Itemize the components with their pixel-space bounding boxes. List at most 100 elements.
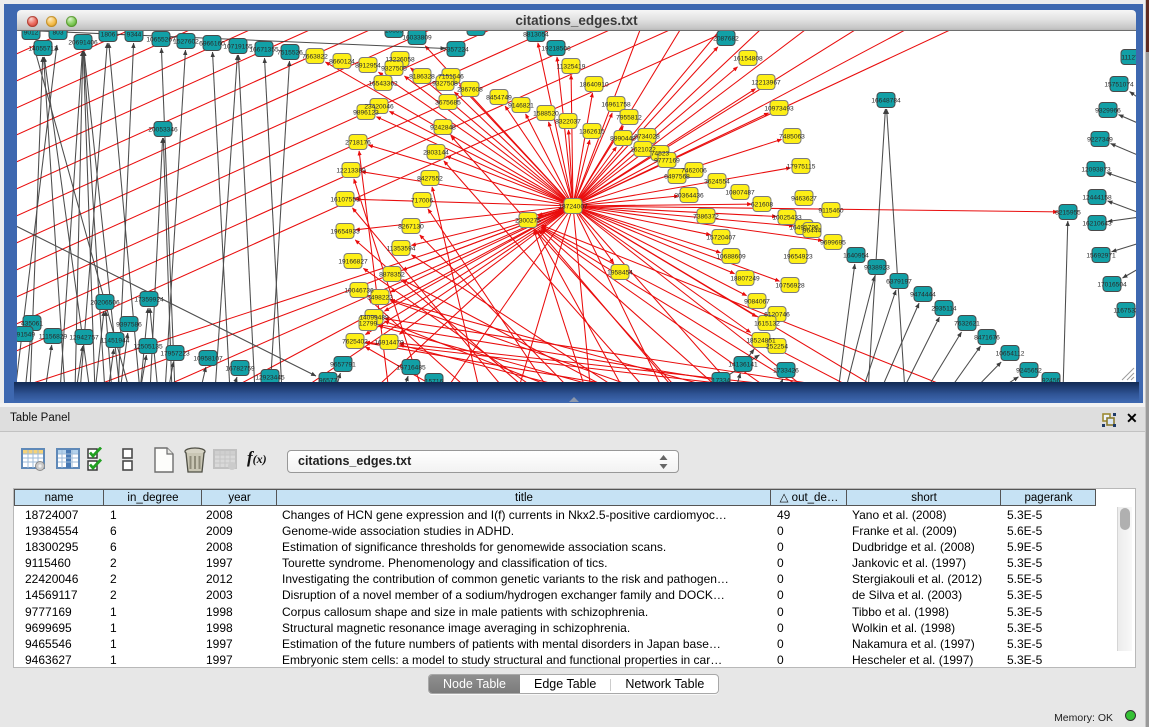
svg-text:11353594: 11353594 — [387, 245, 416, 252]
svg-text:1615132: 1615132 — [754, 320, 780, 327]
svg-text:8267130: 8267130 — [398, 223, 424, 230]
svg-text:1806: 1806 — [101, 31, 116, 38]
svg-text:14136141: 14136141 — [728, 361, 758, 368]
svg-text:9115460: 9115460 — [818, 207, 844, 214]
svg-text:6966160: 6966160 — [199, 40, 225, 47]
svg-text:92456: 92456 — [1042, 377, 1061, 382]
svg-text:435061: 435061 — [21, 320, 43, 327]
svg-text:16914479: 16914479 — [374, 339, 404, 346]
svg-text:2867608: 2867608 — [457, 86, 483, 93]
svg-text:3624554: 3624554 — [704, 178, 730, 185]
svg-text:10655267: 10655267 — [146, 36, 176, 43]
svg-text:10688609: 10688609 — [716, 253, 746, 260]
svg-text:3498222: 3498222 — [367, 294, 393, 301]
svg-text:9397586: 9397586 — [116, 321, 142, 328]
svg-text:12799: 12799 — [359, 320, 378, 327]
svg-text:17016504: 17016504 — [1097, 281, 1127, 288]
svg-text:2300275: 2300275 — [515, 217, 541, 224]
svg-text:7955812: 7955812 — [616, 114, 642, 121]
svg-text:10654112: 10654112 — [996, 350, 1025, 357]
svg-text:20364436: 20364436 — [674, 192, 704, 199]
svg-text:20691406: 20691406 — [68, 39, 98, 46]
svg-text:15751074: 15751074 — [1104, 81, 1134, 88]
svg-text:12093873: 12093873 — [1081, 166, 1111, 173]
svg-text:17359924: 17359924 — [134, 296, 164, 303]
svg-text:19218506: 19218506 — [541, 45, 571, 52]
svg-text:7357224: 7357224 — [443, 46, 469, 53]
svg-text:10025433: 10025433 — [772, 214, 802, 221]
svg-text:20053346: 20053346 — [148, 126, 178, 133]
svg-text:16961758: 16961758 — [601, 101, 631, 108]
svg-text:7485063: 7485063 — [779, 133, 805, 140]
svg-text:9227349: 9227349 — [1087, 136, 1113, 143]
svg-text:96444: 96444 — [803, 227, 822, 234]
svg-text:8427552: 8427552 — [417, 175, 443, 182]
svg-text:10958107: 10958107 — [193, 355, 223, 362]
svg-text:1958454: 1958454 — [607, 269, 633, 276]
svg-text:12505135: 12505135 — [133, 343, 163, 350]
svg-text:7663822: 7663822 — [302, 53, 328, 60]
svg-text:2803144: 2803144 — [423, 149, 449, 156]
svg-text:10639: 10639 — [385, 31, 404, 34]
svg-text:18807249: 18807249 — [730, 275, 760, 282]
svg-text:9012: 9012 — [24, 31, 39, 36]
svg-text:12942757: 12942757 — [69, 334, 99, 341]
svg-text:9344: 9344 — [127, 31, 142, 38]
svg-text:3675685: 3675685 — [435, 99, 461, 106]
svg-text:8990448: 8990448 — [610, 135, 636, 142]
svg-text:16782759: 16782759 — [225, 365, 255, 372]
svg-text:15692971: 15692971 — [1086, 252, 1116, 259]
svg-text:11127: 11127 — [1121, 54, 1136, 61]
svg-text:7632621: 7632621 — [954, 320, 980, 327]
svg-text:11325419: 11325419 — [557, 63, 586, 70]
svg-text:8186328: 8186328 — [409, 73, 435, 80]
svg-text:9474444: 9474444 — [910, 291, 936, 298]
svg-text:9327508: 9327508 — [432, 80, 458, 87]
svg-text:10973493: 10973493 — [764, 105, 794, 112]
svg-text:8813054: 8813054 — [523, 31, 549, 38]
svg-text:9699695: 9699695 — [820, 239, 846, 246]
svg-text:9896123: 9896123 — [353, 109, 379, 116]
svg-text:12213967: 12213967 — [751, 79, 781, 86]
svg-text:9463627: 9463627 — [791, 195, 817, 202]
svg-text:10046736: 10046736 — [344, 287, 374, 294]
svg-text:6120746: 6120746 — [764, 311, 790, 318]
svg-text:8454749: 8454749 — [486, 94, 512, 101]
svg-text:96577: 96577 — [319, 377, 338, 382]
svg-text:16107553: 16107553 — [330, 196, 360, 203]
svg-text:15716: 15716 — [425, 378, 444, 382]
svg-text:11451944: 11451944 — [101, 337, 130, 344]
svg-text:8878352: 8878352 — [379, 271, 405, 278]
svg-text:16648784: 16648784 — [871, 97, 901, 104]
svg-text:1362615: 1362615 — [579, 128, 605, 135]
svg-text:16210643: 16210643 — [1082, 220, 1112, 227]
svg-text:8660124: 8660124 — [329, 58, 355, 65]
svg-text:12923445: 12923445 — [255, 374, 285, 381]
svg-text:1527602: 1527602 — [173, 38, 199, 45]
svg-text:391549: 391549 — [17, 331, 35, 338]
svg-text:15716485: 15716485 — [396, 364, 426, 371]
svg-text:8471676: 8471676 — [974, 334, 1000, 341]
svg-text:16671355: 16671355 — [249, 46, 279, 53]
svg-text:9338923: 9338923 — [864, 264, 890, 271]
svg-text:17957223: 17957223 — [160, 350, 190, 357]
svg-text:2718176: 2718176 — [345, 139, 371, 146]
svg-text:11156829: 11156829 — [39, 333, 68, 340]
svg-text:6734028: 6734028 — [634, 133, 660, 140]
svg-text:12213389: 12213389 — [336, 167, 366, 174]
svg-text:9657791: 9657791 — [330, 361, 356, 368]
svg-text:9084067: 9084067 — [744, 298, 770, 305]
svg-text:18640910: 18640910 — [579, 81, 609, 88]
svg-text:7386372: 7386372 — [693, 213, 719, 220]
svg-text:16033809: 16033809 — [402, 34, 432, 41]
svg-text:17975115: 17975115 — [787, 163, 816, 170]
svg-text:1167533: 1167533 — [1113, 307, 1136, 314]
svg-text:252254: 252254 — [766, 343, 788, 350]
svg-text:16543362: 16543362 — [368, 80, 398, 87]
svg-text:9146821: 9146821 — [508, 102, 534, 109]
svg-text:19654933: 19654933 — [330, 228, 360, 235]
svg-text:2935114: 2935114 — [931, 305, 957, 312]
svg-text:6379197: 6379197 — [886, 278, 912, 285]
svg-text:13226058: 13226058 — [385, 56, 415, 63]
svg-text:12444158: 12444158 — [1082, 194, 1112, 201]
